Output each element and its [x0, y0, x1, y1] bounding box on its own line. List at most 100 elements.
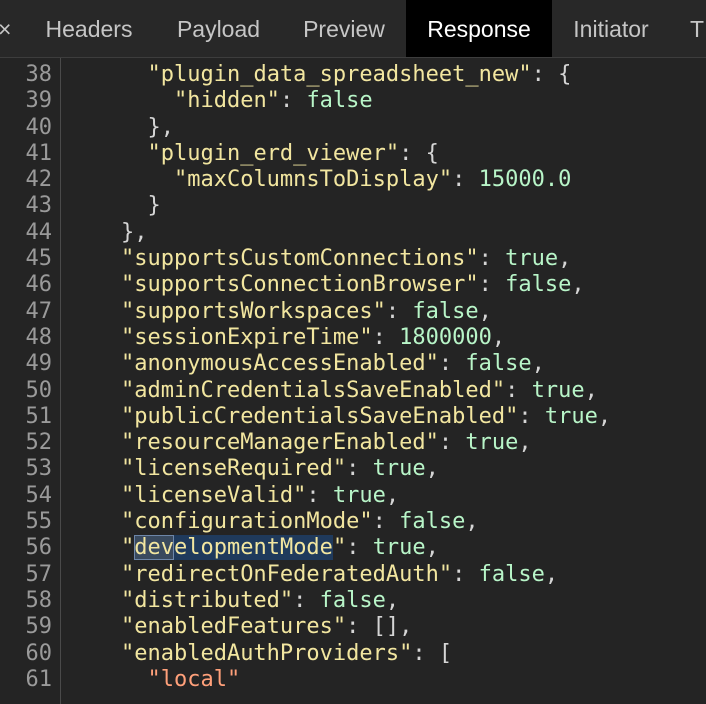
json-boolean: false — [319, 587, 386, 613]
json-key: "plugin_data_spreadsheet_new" — [147, 62, 532, 87]
code-text: "supportsCustomConnections": true, — [68, 246, 571, 272]
code-line: 48 "sessionExpireTime": 1800000, — [0, 325, 706, 351]
tab-payload[interactable]: Payload — [162, 0, 275, 57]
json-key: "distributed" — [120, 587, 294, 613]
json-key: "adminCredentialsSaveEnabled" — [120, 377, 506, 403]
json-punctuation — [68, 88, 174, 113]
json-punctuation — [68, 430, 121, 455]
json-boolean: false — [306, 88, 373, 114]
json-boolean: false — [478, 561, 545, 587]
json-punctuation: : — [346, 535, 373, 561]
code-line: 47 "supportsWorkspaces": false, — [0, 299, 706, 325]
json-punctuation: : — [306, 482, 333, 508]
line-number: 38 — [25, 62, 53, 87]
json-punctuation: : — [346, 456, 373, 482]
json-key: "supportsCustomConnections" — [120, 246, 479, 272]
code-text: "hidden": false — [68, 88, 373, 114]
tab-headers[interactable]: Headers — [24, 0, 154, 57]
code-text: "developmentMode": true, — [68, 535, 439, 561]
line-number: 44 — [25, 219, 53, 245]
code-text: "distributed": false, — [68, 588, 399, 614]
code-text: "enabledFeatures": [], — [68, 614, 412, 640]
code-text: "supportsWorkspaces": false, — [68, 299, 492, 325]
line-number: 54 — [25, 482, 53, 508]
json-punctuation — [68, 614, 121, 639]
code-line: 46 "supportsConnectionBrowser": false, — [0, 272, 706, 298]
tab-timing[interactable]: T — [690, 0, 706, 57]
json-punctuation — [68, 167, 174, 192]
json-boolean: true — [531, 377, 585, 403]
json-punctuation: }, — [68, 114, 174, 140]
json-punctuation: : [], — [346, 614, 413, 640]
json-punctuation: , — [465, 509, 479, 535]
json-punctuation: : — [452, 167, 479, 193]
json-key: "sessionExpireTime" — [120, 324, 373, 350]
code-line: 60 "enabledAuthProviders": [ — [0, 641, 706, 667]
code-line: 57 "redirectOnFederatedAuth": false, — [0, 562, 706, 588]
devtools-tab-bar: × Headers Payload Preview Response Initi… — [0, 0, 706, 58]
json-key: "supportsWorkspaces" — [120, 298, 386, 324]
code-line: 42 "maxColumnsToDisplay": 15000.0 — [0, 167, 706, 193]
json-key: "hidden" — [173, 88, 280, 114]
code-line: 61 "local" — [0, 667, 706, 693]
json-key: "enabledFeatures" — [120, 614, 347, 640]
code-line: 45 "supportsCustomConnections": true, — [0, 246, 706, 272]
line-number: 56 — [25, 535, 53, 561]
code-text: } — [68, 193, 160, 219]
code-line: 43 } — [0, 193, 706, 219]
code-text: "sessionExpireTime": 1800000, — [68, 325, 505, 351]
code-text: "plugin_data_spreadsheet_new": { — [68, 62, 571, 88]
code-text: "licenseRequired": true, — [68, 456, 439, 482]
json-boolean: true — [372, 456, 426, 482]
json-punctuation: : — [372, 509, 400, 535]
json-punctuation: : — [478, 246, 506, 272]
line-number: 59 — [25, 614, 53, 640]
json-punctuation — [68, 562, 121, 587]
line-number: 40 — [25, 114, 53, 140]
json-punctuation: , — [385, 587, 400, 613]
code-line: 58 "distributed": false, — [0, 588, 706, 614]
code-line: 44 }, — [0, 220, 706, 246]
tab-response[interactable]: Response — [406, 0, 552, 57]
json-punctuation: : [ — [412, 640, 453, 666]
json-boolean: true — [505, 246, 559, 272]
json-punctuation: , — [571, 272, 585, 298]
json-punctuation: , — [597, 403, 612, 429]
line-number: 60 — [25, 640, 53, 666]
response-code-viewer[interactable]: 38 "plugin_data_spreadsheet_new": {39 "h… — [0, 62, 706, 693]
json-punctuation: : — [505, 377, 532, 403]
json-punctuation: , — [425, 456, 439, 482]
code-text: "anonymousAccessEnabled": false, — [68, 351, 545, 377]
json-key: "supportsConnectionBrowser" — [120, 272, 479, 298]
json-key: "redirectOnFederatedAuth" — [120, 561, 453, 587]
code-line: 54 "licenseValid": true, — [0, 483, 706, 509]
line-number: 46 — [25, 272, 53, 298]
code-line: 40 }, — [0, 115, 706, 141]
close-icon[interactable]: × — [0, 0, 16, 57]
json-punctuation: , — [425, 535, 439, 561]
json-punctuation: : — [452, 561, 479, 587]
code-line: 41 "plugin_erd_viewer": { — [0, 141, 706, 167]
json-key: " — [332, 535, 347, 561]
json-key: "configurationMode" — [120, 509, 373, 535]
code-line: 50 "adminCredentialsSaveEnabled": true, — [0, 378, 706, 404]
json-punctuation: : — [385, 298, 413, 324]
json-key: "publicCredentialsSaveEnabled" — [120, 403, 519, 429]
json-key: "enabledAuthProviders" — [120, 640, 413, 666]
tab-initiator[interactable]: Initiator — [560, 0, 662, 57]
code-line: 39 "hidden": false — [0, 88, 706, 114]
tab-preview[interactable]: Preview — [290, 0, 398, 57]
line-number: 57 — [25, 561, 53, 587]
json-punctuation — [68, 667, 147, 692]
json-punctuation: , — [491, 324, 506, 350]
json-punctuation: , — [558, 246, 572, 272]
search-match-highlight: dev — [134, 535, 174, 561]
json-punctuation: : — [438, 430, 466, 456]
json-punctuation: , — [531, 351, 545, 377]
code-line: 53 "licenseRequired": true, — [0, 456, 706, 482]
json-punctuation: , — [478, 298, 492, 324]
line-number: 47 — [25, 298, 53, 324]
line-number: 50 — [25, 377, 53, 403]
code-line: 51 "publicCredentialsSaveEnabled": true, — [0, 404, 706, 430]
json-punctuation — [68, 325, 121, 350]
